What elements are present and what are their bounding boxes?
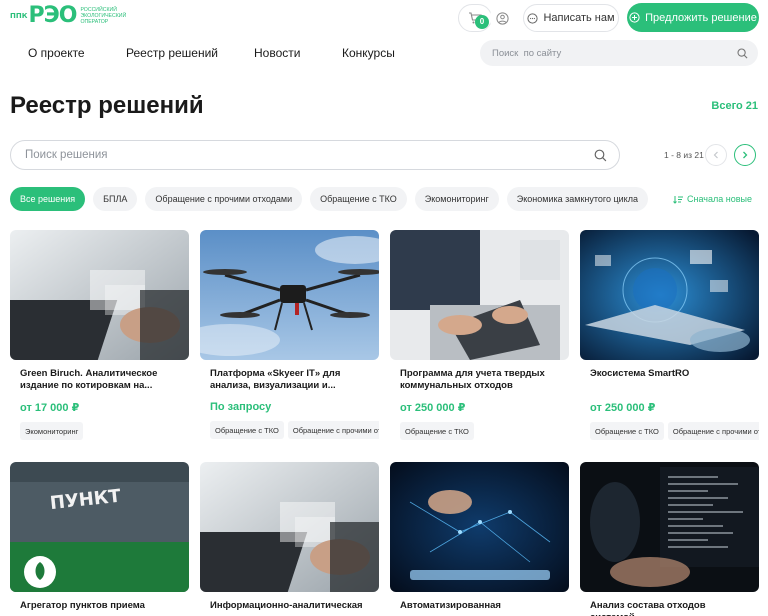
logo-text: Российский экологический оператор bbox=[80, 7, 127, 25]
sort-label: Сначала новые bbox=[687, 194, 752, 204]
laptop-icon bbox=[200, 462, 379, 592]
write-us-button[interactable]: Написать нам bbox=[523, 4, 619, 32]
tablet-icon bbox=[390, 462, 569, 592]
propose-solution-button[interactable]: Предложить решение bbox=[627, 3, 759, 32]
card-title: Автоматизированная bbox=[400, 600, 501, 611]
solution-card[interactable]: Программа для учета твердых коммунальных… bbox=[390, 230, 569, 440]
solution-card[interactable]: Информационно-аналитическая bbox=[200, 462, 379, 616]
nav-item-contests[interactable]: Конкурсы bbox=[342, 46, 395, 60]
filter-other-waste[interactable]: Обращение с прочими отходами bbox=[145, 187, 303, 211]
solution-card[interactable]: Экосистема SmartRO от 250 000 ₽ Обращени… bbox=[580, 230, 759, 440]
site-header: ППКРЭО Российский экологический оператор… bbox=[0, 0, 768, 36]
card-title: Платформа «Skyeer IT» для анализа, визуа… bbox=[210, 368, 341, 391]
chat-icon bbox=[527, 12, 539, 24]
solution-card[interactable]: ПУНКТ Агрегатор пунктов приема bbox=[10, 462, 189, 616]
logo[interactable]: ППКРЭО Российский экологический оператор bbox=[10, 5, 140, 27]
card-tags: Обращение с ТКО Обращение с прочими отхо… bbox=[200, 421, 379, 439]
filter-drones[interactable]: БПЛА bbox=[93, 187, 138, 211]
card-title: Анализ состава отходов системой bbox=[590, 600, 706, 616]
drone-icon bbox=[200, 230, 379, 360]
card-tag: Обращение с прочими отходами bbox=[287, 421, 379, 439]
total-value: 21 bbox=[745, 100, 758, 112]
solution-card[interactable]: Green Biruch. Аналитическое издание по к… bbox=[10, 230, 189, 440]
card-tags: Обращение с ТКО bbox=[390, 422, 569, 440]
propose-solution-label: Предложить решение bbox=[645, 11, 757, 24]
card-price: от 250 000 ₽ bbox=[400, 402, 466, 414]
card-tag: Обращение с прочими отходами bbox=[667, 422, 759, 440]
site-search-input[interactable] bbox=[492, 47, 737, 59]
sign-icon: ПУНКТ bbox=[10, 462, 189, 592]
card-price: По запросу bbox=[210, 401, 272, 413]
code-icon bbox=[580, 462, 759, 592]
main-nav: О проекте Реестр решений Новости Конкурс… bbox=[0, 40, 768, 66]
card-tag: Обращение с ТКО bbox=[210, 421, 284, 439]
total-label: Всего bbox=[711, 100, 743, 112]
card-title: Информационно-аналитическая bbox=[210, 600, 363, 611]
cart-count-badge: 0 bbox=[475, 15, 489, 29]
logo-mark: ППКРЭО bbox=[10, 3, 77, 28]
cart-button[interactable]: 0 bbox=[458, 4, 492, 32]
user-icon bbox=[495, 11, 509, 25]
card-title: Экосистема SmartRO bbox=[590, 368, 690, 379]
laptop-icon bbox=[10, 230, 189, 360]
total-count: Всего 21 bbox=[708, 100, 758, 112]
sort-icon bbox=[673, 195, 684, 204]
filter-all[interactable]: Все решения bbox=[10, 187, 86, 211]
search-icon[interactable] bbox=[737, 47, 748, 59]
card-tag: Обращение с ТКО bbox=[400, 422, 474, 440]
search-icon[interactable] bbox=[594, 149, 607, 162]
card-tags: Обращение с ТКО Обращение с прочими отхо… bbox=[580, 422, 759, 440]
write-us-label: Написать нам bbox=[543, 12, 615, 24]
solution-card[interactable]: Анализ состава отходов системой bbox=[580, 462, 759, 616]
site-search bbox=[480, 40, 758, 66]
card-tag: Экомониторинг bbox=[20, 422, 84, 440]
card-tags: Экомониторинг bbox=[10, 422, 189, 440]
laptop-icon bbox=[390, 230, 569, 360]
solution-card[interactable]: Платформа «Skyeer IT» для анализа, визуа… bbox=[200, 230, 379, 439]
nav-item-registry[interactable]: Реестр решений bbox=[126, 46, 218, 60]
filter-eco-monitoring[interactable]: Экомониторинг bbox=[414, 187, 499, 211]
solution-search bbox=[10, 140, 620, 170]
nav-item-news[interactable]: Новости bbox=[254, 46, 300, 60]
card-price: от 250 000 ₽ bbox=[590, 402, 656, 414]
prev-page-button[interactable] bbox=[705, 144, 727, 166]
solution-card[interactable]: Автоматизированная bbox=[390, 462, 569, 616]
profile-button[interactable] bbox=[490, 4, 514, 32]
card-title: Green Biruch. Аналитическое издание по к… bbox=[20, 368, 158, 391]
sort-toggle[interactable]: Сначала новые bbox=[673, 194, 752, 204]
filter-msw[interactable]: Обращение с ТКО bbox=[310, 187, 407, 211]
card-title: Агрегатор пунктов приема bbox=[20, 600, 145, 611]
solution-search-input[interactable] bbox=[25, 149, 594, 161]
card-tag: Обращение с ТКО bbox=[590, 422, 664, 440]
network-icon bbox=[580, 230, 759, 360]
next-page-button[interactable] bbox=[734, 144, 756, 166]
chevron-left-icon bbox=[713, 151, 718, 159]
plus-circle-icon bbox=[629, 12, 640, 23]
chevron-right-icon bbox=[743, 151, 748, 159]
pager-info: 1 - 8 из 21 bbox=[664, 150, 704, 160]
card-price: от 17 000 ₽ bbox=[20, 402, 80, 414]
card-title: Программа для учета твердых коммунальных… bbox=[400, 368, 545, 391]
nav-item-about[interactable]: О проекте bbox=[28, 46, 85, 60]
filter-circular-economy[interactable]: Экономика замкнутого цикла bbox=[506, 187, 648, 211]
page-title: Реестр решений bbox=[10, 92, 204, 119]
category-filters: Все решения БПЛА Обращение с прочими отх… bbox=[10, 187, 648, 211]
